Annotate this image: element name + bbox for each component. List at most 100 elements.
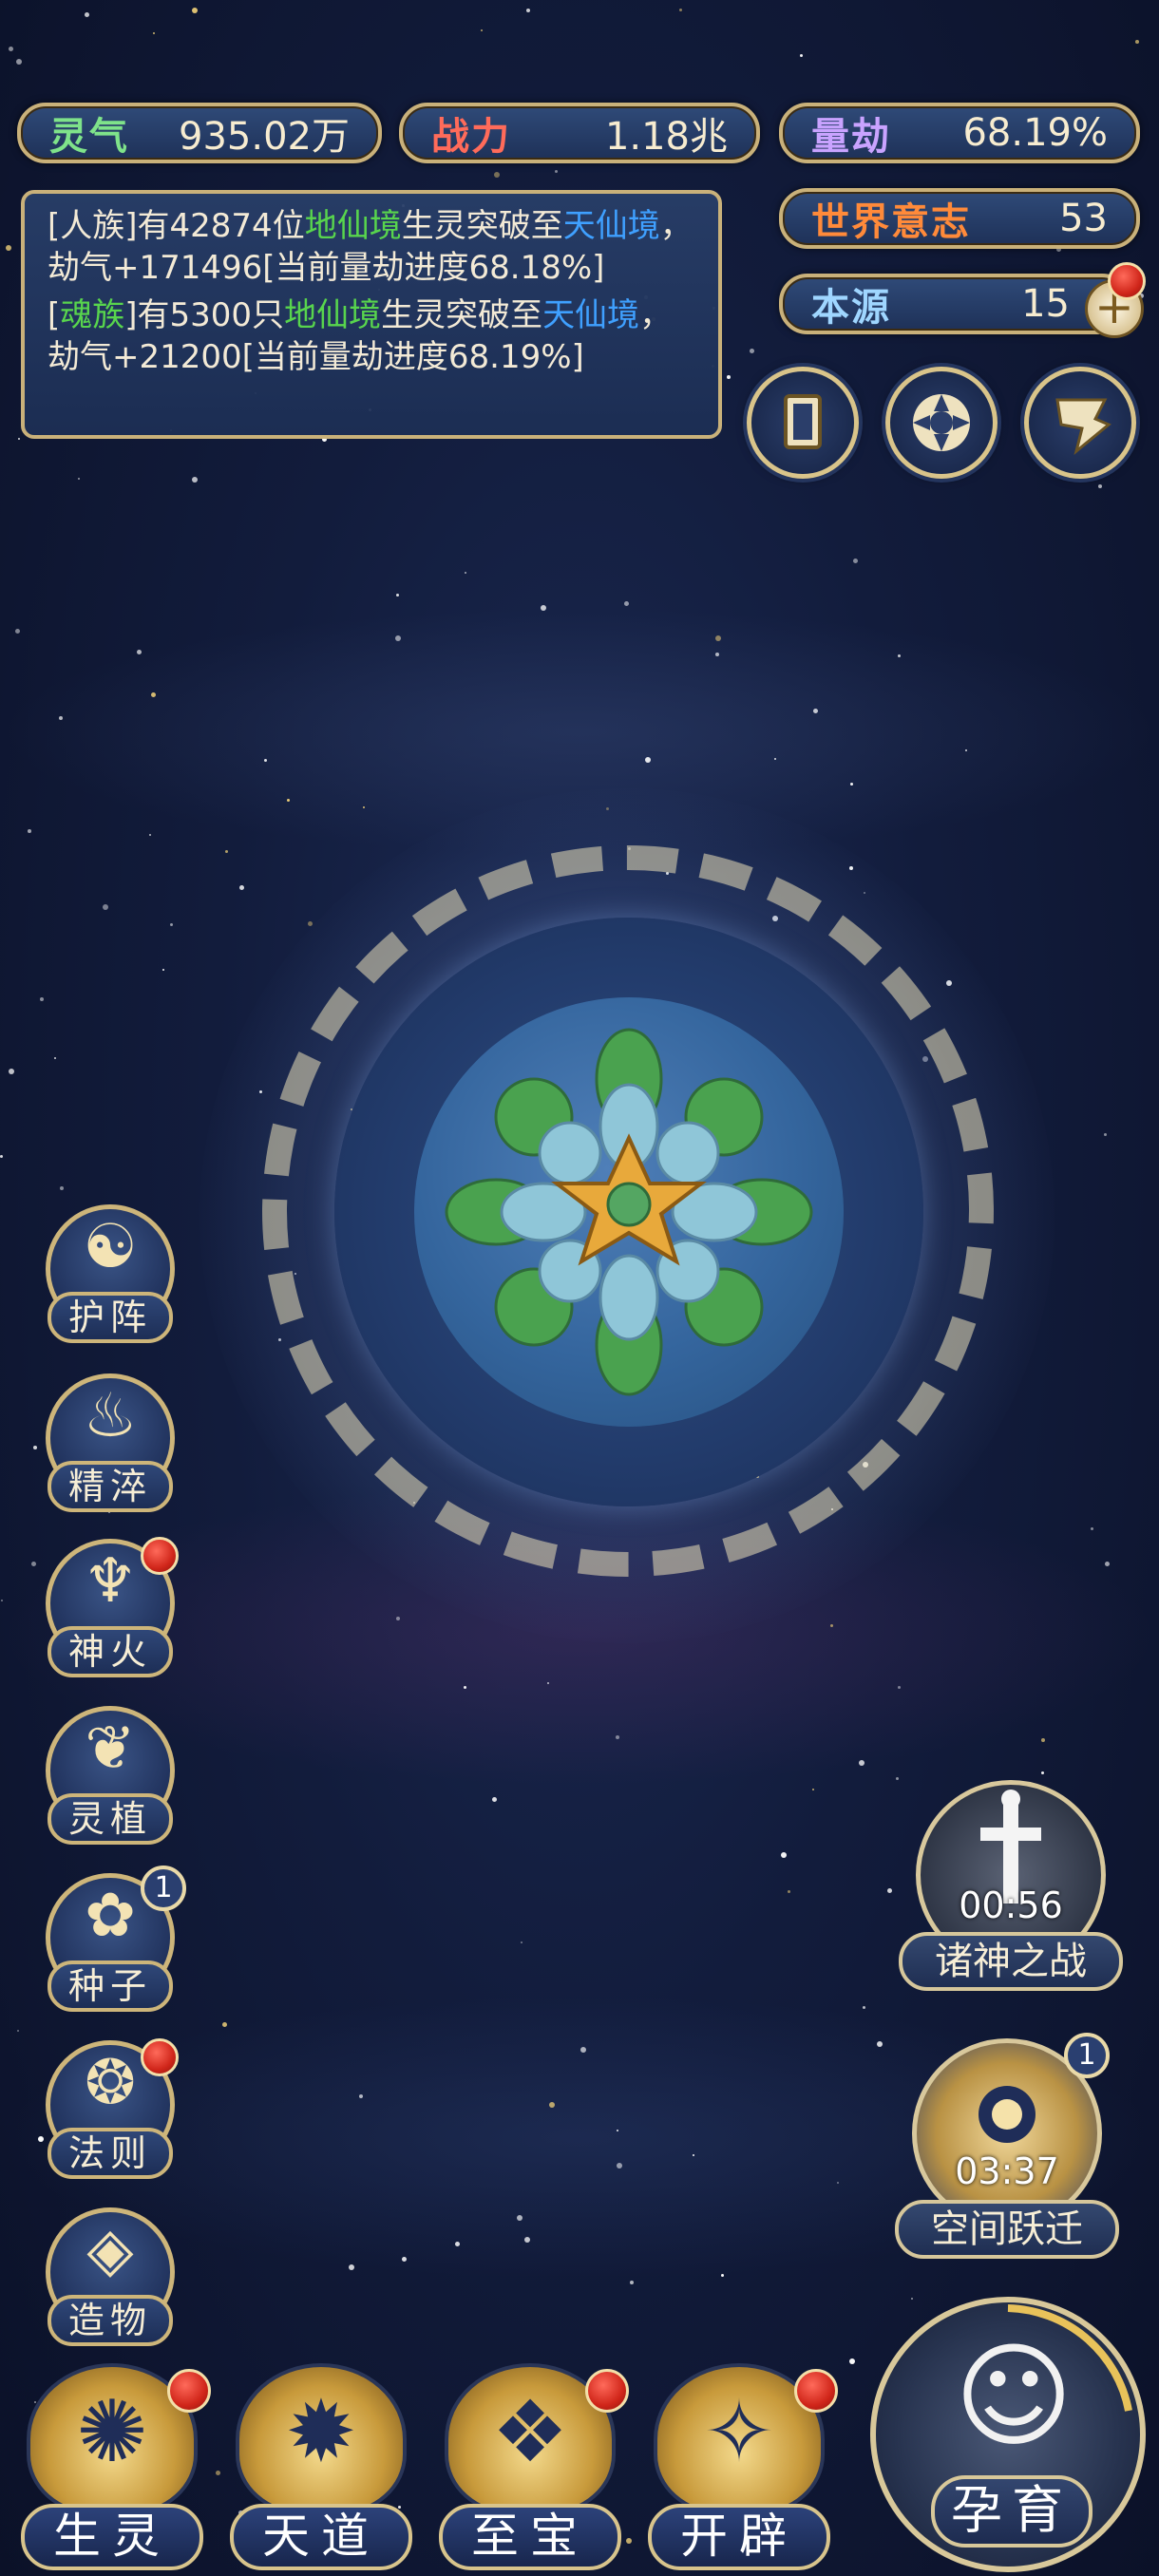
space-jump-button[interactable]: 03:37 空间跃迁 1	[893, 2033, 1121, 2266]
liangjie-label: 量劫	[811, 115, 891, 159]
star	[1105, 1562, 1110, 1566]
star	[616, 1735, 619, 1739]
protect-array-icon: ☯	[83, 1212, 138, 1282]
star	[60, 1186, 64, 1190]
card-button[interactable]	[747, 367, 859, 479]
star	[103, 904, 108, 910]
star	[1041, 1771, 1044, 1774]
star	[349, 2264, 354, 2270]
star	[859, 1760, 864, 1766]
star	[877, 2041, 883, 2047]
star	[1135, 40, 1139, 44]
star	[863, 2006, 865, 2009]
notification-dot	[141, 1537, 179, 1575]
zhanli-stat[interactable]: 战力 1.18兆	[399, 103, 760, 163]
breed-button[interactable]: ☺ 孕育	[870, 2297, 1146, 2572]
star	[494, 172, 500, 178]
star	[395, 635, 401, 641]
world-lotus	[445, 1028, 813, 1396]
spirit-plant-icon: ❦	[85, 1714, 136, 1784]
notification-dot	[167, 2369, 211, 2413]
star	[40, 997, 44, 1001]
lingqi-value: 935.02万	[179, 115, 350, 159]
star	[1041, 1738, 1045, 1742]
space-jump-badge: 1	[1064, 2033, 1110, 2078]
side-button-refine[interactable]: ♨ 精淬	[40, 1373, 180, 1514]
benyuan-value: 15	[1021, 282, 1070, 326]
side-button-label: 精淬	[48, 1461, 173, 1512]
lingqi-stat[interactable]: 灵气 935.02万	[17, 103, 382, 163]
star	[727, 375, 731, 379]
star	[521, 1941, 522, 1943]
nav-heavenly-dao[interactable]: ✹ 天道	[224, 2363, 418, 2576]
side-button-law[interactable]: ❂ 法则	[40, 2038, 180, 2181]
star	[812, 1789, 814, 1790]
star	[774, 758, 776, 760]
refine-icon: ♨	[83, 1381, 138, 1451]
star	[33, 1446, 37, 1449]
star	[800, 54, 803, 57]
star	[264, 759, 267, 762]
log-entry: [魂族]有5300只地仙境生灵突破至天仙境，劫气+21200[当前量劫进度68.…	[48, 296, 673, 376]
flag-icon	[1055, 398, 1112, 456]
star	[1098, 484, 1102, 488]
star	[788, 1890, 790, 1893]
nav-creatures[interactable]: ✺ 生灵	[15, 2363, 211, 2576]
nav-develop[interactable]: ✧ 开辟	[642, 2363, 838, 2576]
star	[1104, 1133, 1107, 1136]
star	[693, 2154, 694, 2156]
side-button-protect-array[interactable]: ☯ 护阵	[40, 1204, 180, 1345]
star	[541, 605, 546, 611]
star	[151, 692, 156, 697]
side-button-creation[interactable]: ◈ 造物	[40, 2207, 180, 2348]
space-jump-label: 空间跃迁	[895, 2200, 1119, 2259]
world-will-stat[interactable]: 世界意志 53	[779, 188, 1140, 249]
child-figure-icon: ☺	[954, 2331, 1074, 2463]
zhanli-label: 战力	[431, 115, 511, 159]
star	[715, 635, 721, 641]
gods-war-button[interactable]: 00:56 诸神之战	[897, 1780, 1125, 2008]
side-button-spirit-plant[interactable]: ❦ 灵植	[40, 1706, 180, 1847]
benyuan-notification-dot	[1108, 262, 1146, 300]
star	[9, 1069, 14, 1074]
side-button-label: 神火	[48, 1626, 173, 1677]
star	[524, 2237, 530, 2243]
star	[813, 709, 818, 713]
star	[192, 8, 198, 13]
star	[15, 629, 20, 634]
flag-button[interactable]	[1024, 367, 1136, 479]
side-button-seed[interactable]: ✿ 种子 1	[40, 1866, 186, 2014]
creation-icon: ◈	[86, 2215, 134, 2285]
side-button-divine-fire[interactable]: ♆ 神火	[40, 1537, 180, 1679]
star	[149, 834, 151, 836]
side-button-label: 造物	[48, 2295, 173, 2346]
star	[526, 9, 530, 12]
star	[630, 2281, 634, 2284]
world-will-label: 世界意志	[811, 200, 971, 244]
star	[31, 1562, 36, 1566]
gods-war-label: 诸神之战	[899, 1932, 1123, 1991]
star	[965, 749, 967, 751]
side-button-label: 种子	[48, 1960, 173, 2012]
vortex-button[interactable]	[885, 367, 998, 479]
star	[287, 799, 290, 802]
star	[216, 2471, 220, 2475]
star	[549, 2102, 555, 2108]
zhanli-value: 1.18兆	[604, 115, 728, 159]
star	[239, 885, 244, 890]
star	[1091, 1527, 1093, 1530]
lingqi-label: 灵气	[49, 115, 129, 159]
star	[192, 477, 198, 483]
liangjie-stat[interactable]: 量劫 68.19%	[779, 103, 1140, 163]
star	[465, 572, 466, 574]
nav-treasure[interactable]: ❖ 至宝	[433, 2363, 629, 2576]
log-entry: [人族]有42874位地仙境生灵突破至天仙境，劫气+171496[当前量劫进度6…	[48, 207, 693, 287]
seed-badge: 1	[141, 1866, 186, 1911]
star	[162, 969, 164, 971]
star	[850, 783, 853, 786]
star	[363, 806, 365, 808]
benyuan-stat[interactable]: 本源 15 +	[779, 274, 1144, 338]
star	[721, 2274, 724, 2277]
nav-label: 开辟	[648, 2504, 830, 2570]
star	[222, 2022, 227, 2027]
